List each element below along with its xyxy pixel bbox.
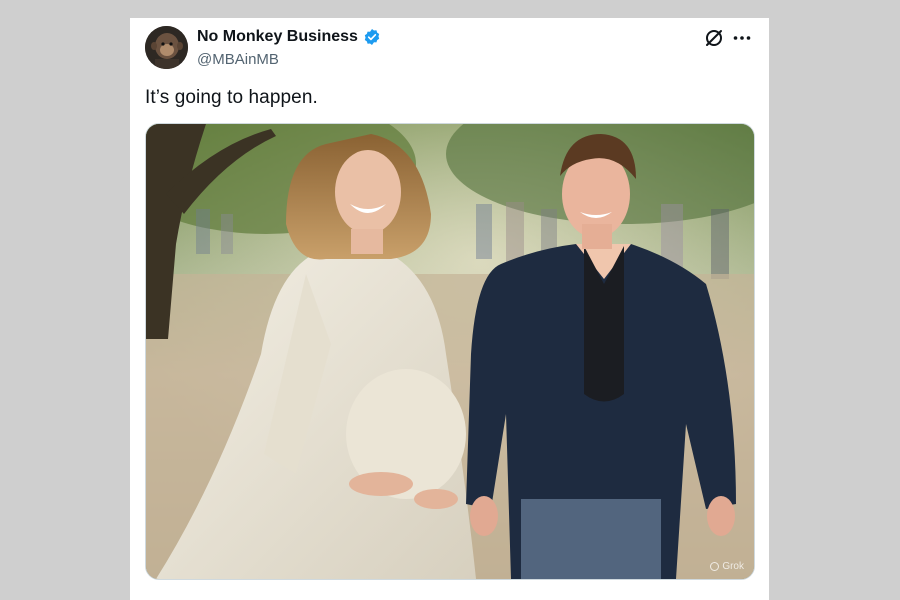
- verified-badge-icon[interactable]: [363, 28, 381, 46]
- tweet-card[interactable]: No Monkey Business @MBAinMB It’s going t…: [130, 18, 769, 600]
- grok-watermark-text: Grok: [722, 561, 744, 572]
- grok-watermark: Grok: [710, 561, 744, 572]
- author-handle[interactable]: @MBAinMB: [197, 51, 279, 68]
- monkey-avatar-icon: [145, 26, 188, 69]
- author-display-name[interactable]: No Monkey Business: [197, 28, 358, 46]
- tweet-media-image[interactable]: Grok: [145, 123, 755, 580]
- grok-button[interactable]: [703, 27, 725, 49]
- tweet-text: It’s going to happen.: [145, 87, 318, 108]
- grok-watermark-icon: [710, 562, 720, 571]
- more-options-button[interactable]: [730, 27, 754, 49]
- author-avatar[interactable]: [145, 26, 188, 69]
- media-photo: [146, 124, 754, 579]
- more-horizontal-icon: [733, 36, 751, 40]
- grok-icon: [706, 30, 722, 46]
